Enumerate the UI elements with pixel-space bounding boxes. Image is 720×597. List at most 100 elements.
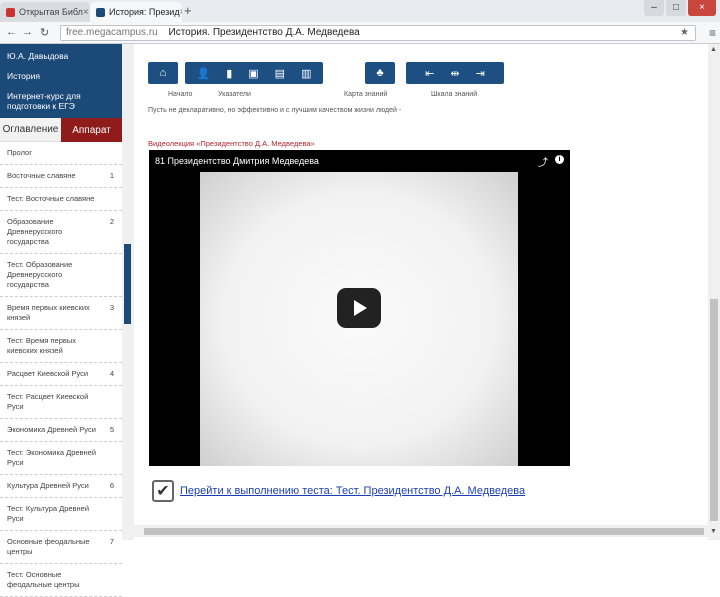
home-icon: ⌂ bbox=[159, 67, 167, 79]
page-favicon-icon bbox=[96, 7, 105, 17]
video-player[interactable]: 81 Президентство Дмитрия Медведева ⤴ i bbox=[149, 150, 570, 466]
close-tab-icon[interactable]: × bbox=[180, 7, 182, 18]
forward-icon[interactable]: → bbox=[22, 26, 33, 38]
sidebar-item[interactable]: Тест. Экономика Древней Руси bbox=[0, 442, 122, 475]
window-controls: – □ × bbox=[642, 0, 716, 16]
sidebar-item-number: 1 bbox=[109, 171, 114, 180]
browser-tab-bar: Открытая Библ × История: Презид × + – □ … bbox=[0, 0, 720, 22]
sidebar-item-label: Пролог bbox=[7, 148, 32, 157]
page-title-text: История. Президентство Д.А. Медведева bbox=[168, 27, 360, 38]
scroll-down-icon[interactable]: ▼ bbox=[710, 528, 717, 535]
url-text: free.megacampus.ru bbox=[66, 27, 158, 38]
page-scroll-thumb[interactable] bbox=[710, 299, 718, 521]
new-tab-button[interactable]: + bbox=[184, 3, 192, 18]
sidebar-item[interactable]: Тест. Расцвет Киевской Руси bbox=[0, 386, 122, 419]
sidebar-item[interactable]: Пролог bbox=[0, 142, 122, 165]
bookmark-star-icon[interactable]: ★ bbox=[680, 26, 689, 40]
checkmark-icon: ✔ bbox=[152, 480, 174, 502]
share-icon[interactable]: ⤴ bbox=[538, 154, 548, 169]
tab-title: Открытая Библ bbox=[19, 7, 83, 17]
briefcase-icon[interactable]: ▣ bbox=[248, 67, 258, 80]
sidebar: Ю.А. Давыдова История Интернет-курс для … bbox=[0, 44, 123, 597]
sidebar-scrollbar[interactable] bbox=[122, 44, 134, 540]
tab-title: История: Презид bbox=[109, 7, 180, 17]
course-title[interactable]: Интернет-курс для подготовки к ЕГЭ bbox=[0, 86, 122, 116]
hierarchy-icon: ♣ bbox=[376, 67, 384, 79]
sidebar-item-number: 6 bbox=[109, 481, 114, 490]
sidebar-item-label: Время первых киевских князей bbox=[7, 303, 90, 322]
sidebar-item-label: Экономика Древней Руси bbox=[7, 425, 96, 434]
sidebar-item[interactable]: Экономика Древней Руси 5 bbox=[0, 419, 122, 442]
sidebar-item-number: 2 bbox=[109, 217, 114, 226]
document-icon[interactable]: ▤ bbox=[275, 67, 285, 80]
sidebar-item[interactable]: Расцвет Киевской Руси 4 bbox=[0, 363, 122, 386]
sidebar-item-number: 7 bbox=[109, 537, 114, 546]
address-bar: ← → ↻ free.megacampus.ru История. Презид… bbox=[0, 22, 720, 44]
sidebar-item-label: Тест. Экономика Древней Руси bbox=[7, 448, 97, 467]
info-icon[interactable]: i bbox=[555, 155, 564, 164]
tab-contents[interactable]: Оглавление bbox=[0, 118, 61, 142]
scroll-up-icon[interactable]: ▲ bbox=[710, 46, 717, 53]
page-favicon-icon bbox=[6, 7, 15, 17]
book-icon[interactable]: ▮ bbox=[226, 67, 232, 80]
sidebar-item[interactable]: Время первых киевских князей 3 bbox=[0, 297, 122, 330]
browser-tab-library[interactable]: Открытая Библ × bbox=[0, 2, 90, 22]
course-toolbar: ⌂ 👤 ▮ ▣ ▤ ▥ ♣ ⇤ ⇹ ⇥ Начало Указатели Кар… bbox=[148, 62, 508, 98]
sidebar-item-number: 5 bbox=[109, 425, 114, 434]
video-title[interactable]: 81 Президентство Дмитрия Медведева bbox=[149, 150, 570, 172]
sidebar-item[interactable]: Тест. Образование Древнерусского государ… bbox=[0, 254, 122, 297]
sidebar-item-label: Образование Древнерусского государства bbox=[7, 217, 63, 246]
sidebar-item-label: Культура Древней Руси bbox=[7, 481, 89, 490]
sidebar-item[interactable]: Тест. Восточные славяне bbox=[0, 188, 122, 211]
course-author[interactable]: Ю.А. Давыдова bbox=[0, 46, 122, 66]
tab-apparatus[interactable]: Аппарат bbox=[61, 118, 122, 142]
scale-clear-icon[interactable]: ⇹ bbox=[450, 67, 459, 80]
close-tab-icon[interactable]: × bbox=[83, 7, 89, 18]
play-button[interactable] bbox=[337, 288, 381, 328]
label-knowledge-scale: Шкала знаний bbox=[431, 91, 478, 98]
sidebar-item[interactable]: Культура Древней Руси 6 bbox=[0, 475, 122, 498]
people-icon[interactable]: 👤 bbox=[197, 67, 211, 80]
sidebar-item-label: Тест. Основные феодальные центры bbox=[7, 570, 80, 589]
test-link-row: ✔ Перейти к выполнению теста: Тест. През… bbox=[152, 480, 525, 502]
sidebar-item-number: 3 bbox=[109, 303, 114, 312]
knowledge-scale-group: ⇤ ⇹ ⇥ bbox=[406, 62, 504, 84]
sidebar-item-label: Тест. Культура Древней Руси bbox=[7, 504, 90, 523]
knowledge-map-button[interactable]: ♣ bbox=[365, 62, 395, 84]
sidebar-item-label: Тест. Расцвет Киевской Руси bbox=[7, 392, 89, 411]
video-caption: Видеолекция «Президентство Д.А. Медведев… bbox=[148, 139, 315, 148]
index-button-group: 👤 ▮ ▣ ▤ ▥ bbox=[185, 62, 323, 84]
sidebar-scroll-thumb[interactable] bbox=[124, 244, 131, 324]
home-button[interactable]: ⌂ bbox=[148, 62, 178, 84]
scale-back-icon[interactable]: ⇤ bbox=[425, 67, 434, 80]
sidebar-item[interactable]: Основные феодальные центры 7 bbox=[0, 531, 122, 564]
contents-list: Пролог Восточные славяне 1 Тест. Восточные … bbox=[0, 142, 122, 597]
reload-icon[interactable]: ↻ bbox=[40, 26, 49, 39]
url-input[interactable]: free.megacampus.ru История. Президентств… bbox=[60, 25, 696, 41]
browser-menu-icon[interactable]: ≡ bbox=[709, 26, 716, 40]
minimize-icon[interactable]: – bbox=[644, 0, 664, 16]
sidebar-item[interactable]: Тест. Основные феодальные центры bbox=[0, 564, 122, 597]
sidebar-item[interactable]: Тест. Время первых киевских князей bbox=[0, 330, 122, 363]
sidebar-tabs: Оглавление Аппарат bbox=[0, 118, 122, 142]
sidebar-item[interactable]: Тест. Культура Древней Руси bbox=[0, 498, 122, 531]
scale-forward-icon[interactable]: ⇥ bbox=[476, 67, 485, 80]
horizontal-scroll-thumb[interactable] bbox=[144, 528, 704, 535]
sidebar-item-number: 4 bbox=[109, 369, 114, 378]
sidebar-item[interactable]: Восточные славяне 1 bbox=[0, 165, 122, 188]
browser-tab-history[interactable]: История: Презид × bbox=[90, 2, 182, 22]
sidebar-item-label: Расцвет Киевской Руси bbox=[7, 369, 89, 378]
calendar-icon[interactable]: ▥ bbox=[301, 67, 311, 80]
course-subject[interactable]: История bbox=[0, 66, 122, 86]
maximize-icon[interactable]: □ bbox=[666, 0, 686, 16]
test-link[interactable]: Перейти к выполнению теста: Тест. Презид… bbox=[180, 485, 525, 497]
back-icon[interactable]: ← bbox=[6, 26, 17, 38]
horizontal-scrollbar[interactable] bbox=[134, 525, 708, 537]
close-window-icon[interactable]: × bbox=[688, 0, 716, 16]
sidebar-item[interactable]: Образование Древнерусского государства 2 bbox=[0, 211, 122, 254]
sidebar-item-label: Тест. Образование Древнерусского государ… bbox=[7, 260, 73, 289]
page-scrollbar[interactable]: ▲ ▼ bbox=[708, 44, 720, 540]
course-header: Ю.А. Давыдова История Интернет-курс для … bbox=[0, 44, 122, 118]
sidebar-item-label: Восточные славяне bbox=[7, 171, 76, 180]
sidebar-item-label: Тест. Восточные славяне bbox=[7, 194, 95, 203]
